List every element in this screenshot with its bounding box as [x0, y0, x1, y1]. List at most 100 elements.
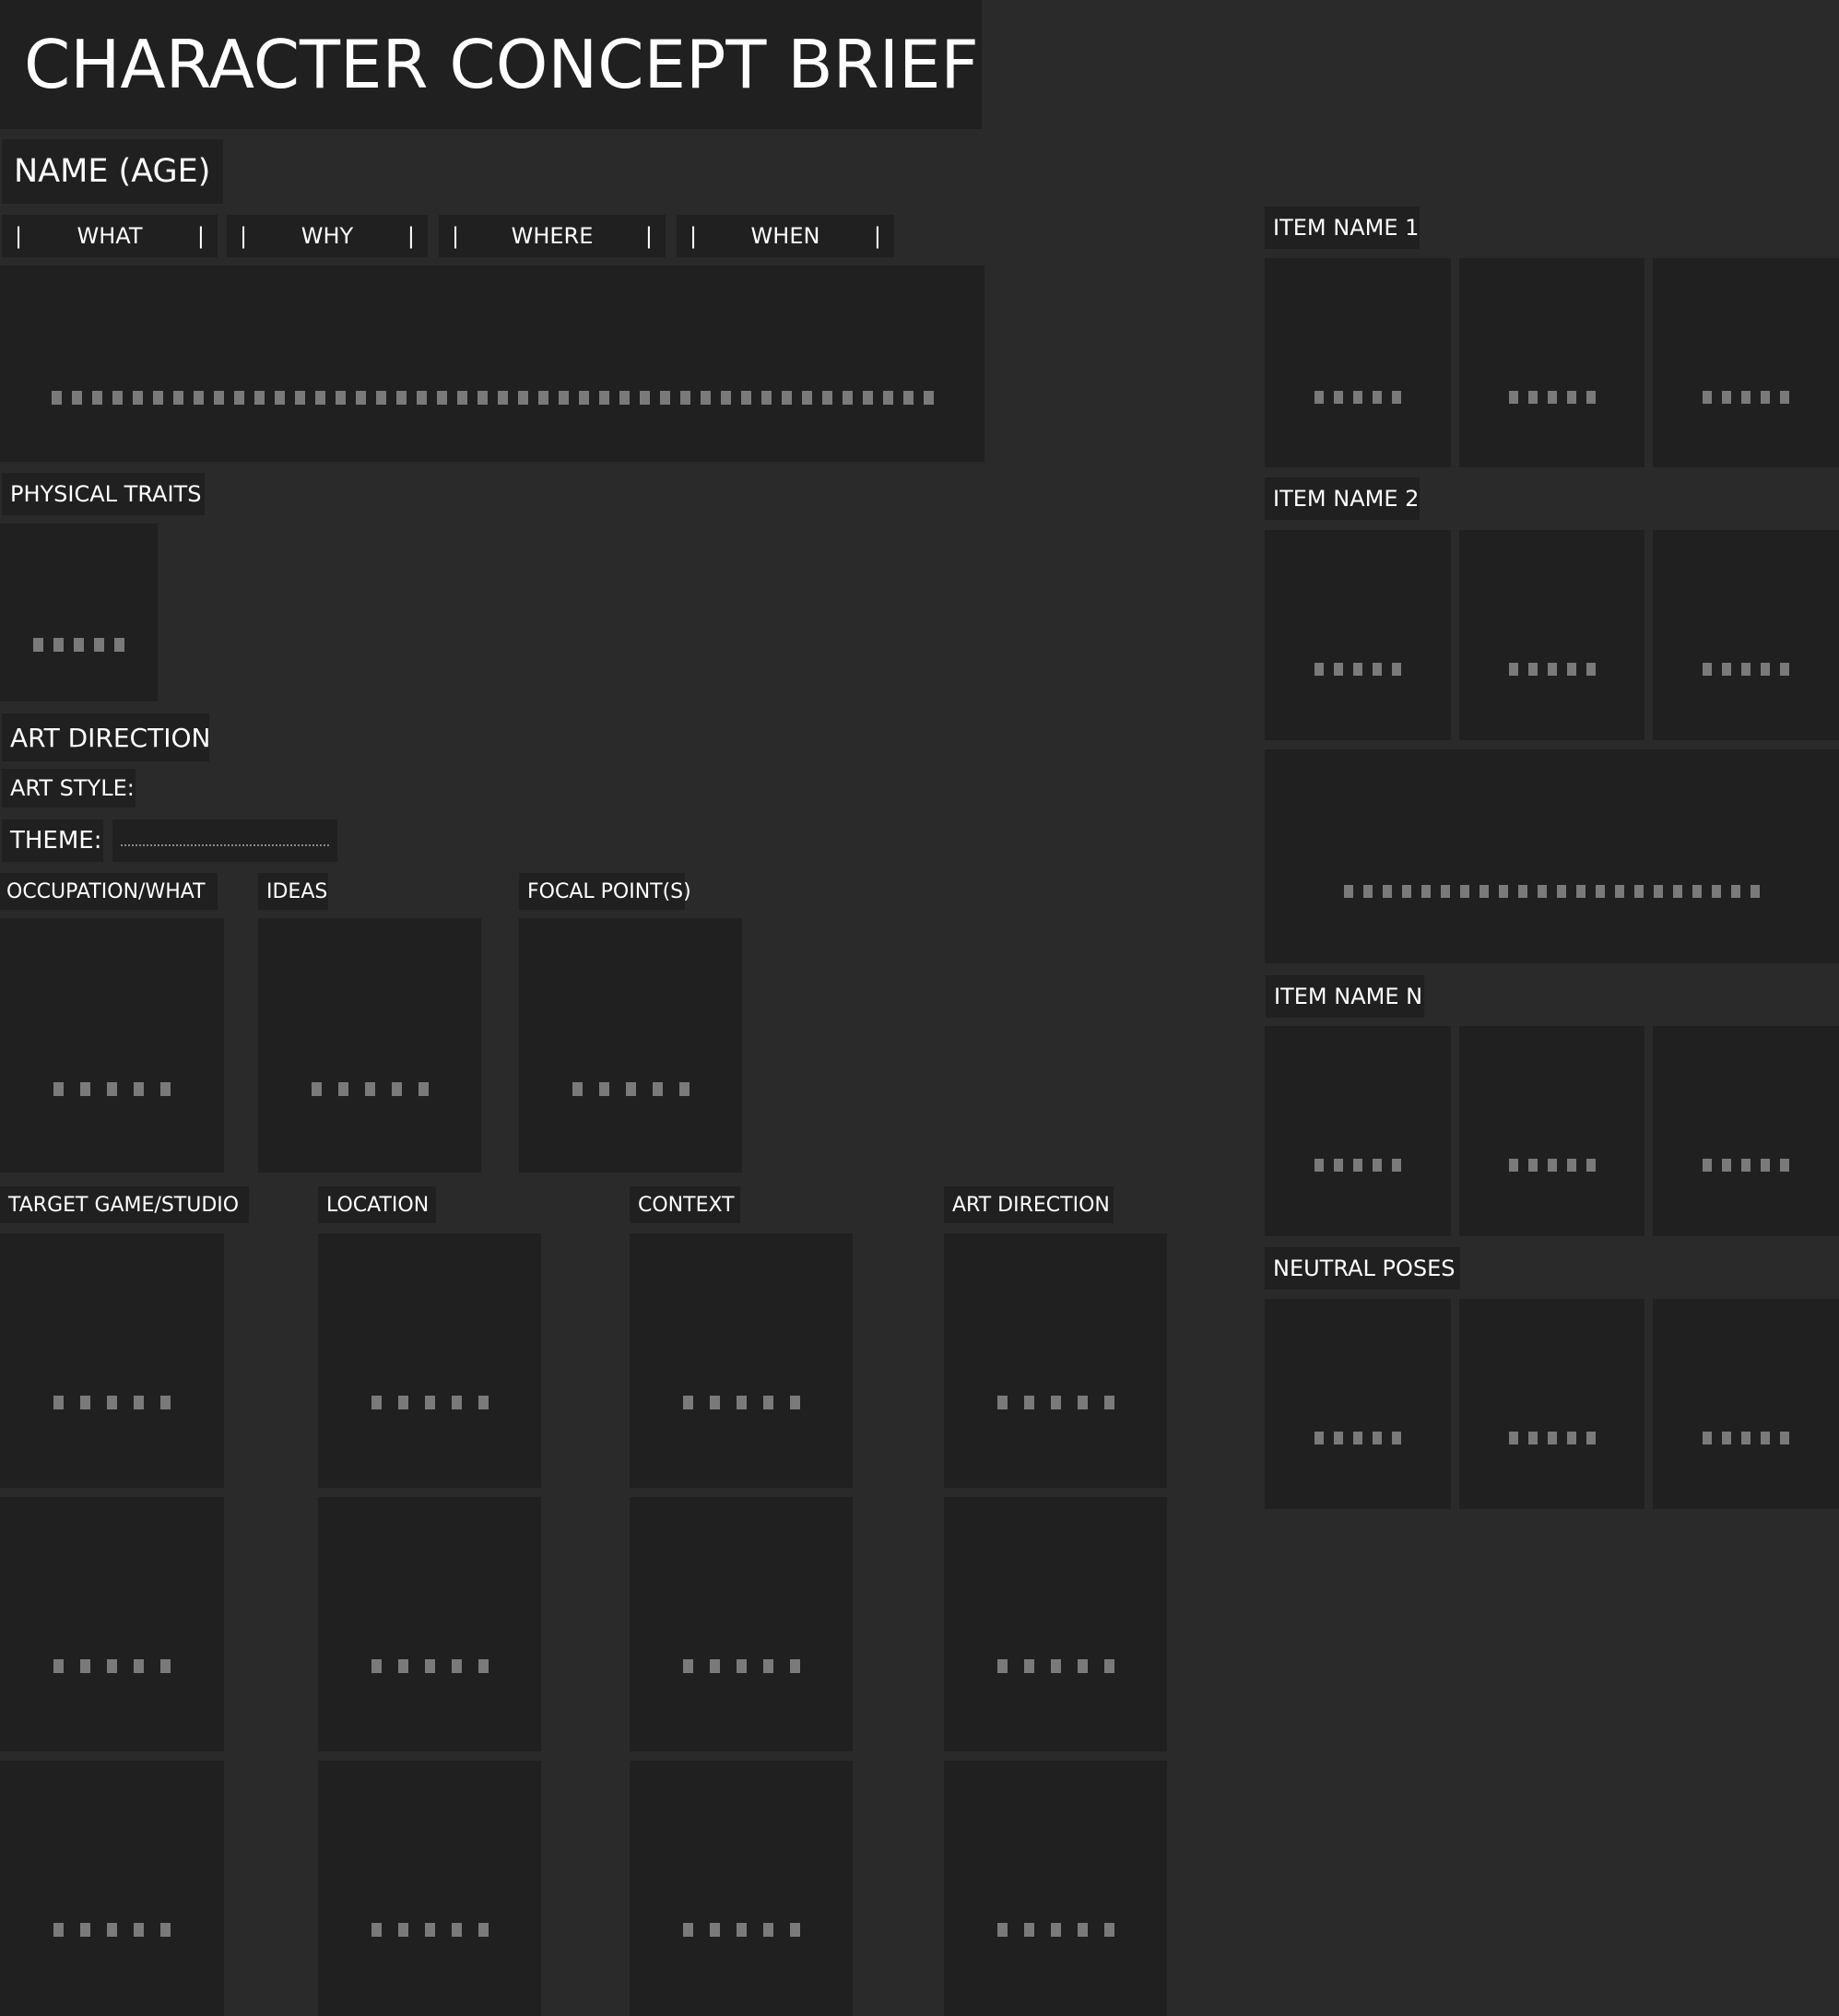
placeholder-dot	[1050, 1396, 1061, 1409]
placeholder-dot	[1761, 1432, 1770, 1444]
pipe: |	[240, 223, 248, 249]
question-what[interactable]: | WHAT |	[2, 215, 218, 257]
context-panel-2[interactable]	[630, 1497, 853, 1751]
placeholder-dot	[1392, 391, 1401, 404]
item2-panel-3[interactable]	[1653, 530, 1839, 740]
placeholder-dot	[517, 391, 528, 405]
target-panel-1[interactable]	[0, 1233, 224, 1488]
placeholder-dot	[451, 1396, 462, 1409]
placeholder-dot	[842, 391, 853, 405]
question-where[interactable]: | WHERE |	[439, 215, 666, 257]
art-direction-panel-2[interactable]	[944, 1497, 1167, 1751]
placeholder-dot	[1566, 391, 1576, 404]
placeholder-dots	[318, 1396, 541, 1409]
placeholder-dot	[1508, 1432, 1518, 1444]
art-direction-panel-3[interactable]	[944, 1761, 1167, 2016]
itemN-panel-3[interactable]	[1653, 1026, 1839, 1236]
placeholder-dot	[1722, 1159, 1731, 1172]
question-when[interactable]: | WHEN |	[677, 215, 894, 257]
placeholder-dot	[397, 1659, 408, 1673]
focal-points-label: FOCAL POINT(S)	[519, 873, 691, 910]
placeholder-dot	[1402, 885, 1411, 898]
focal-points-panel[interactable]	[519, 918, 742, 1173]
placeholder-dot	[213, 391, 224, 405]
location-panel-2[interactable]	[318, 1497, 541, 1751]
placeholder-dot	[80, 1923, 90, 1937]
placeholder-dot	[1654, 885, 1663, 898]
itemN-panel-2[interactable]	[1459, 1026, 1644, 1236]
item-wide-panel[interactable]	[1265, 749, 1839, 963]
occupation-panel[interactable]	[0, 918, 224, 1173]
context-panel-1[interactable]	[630, 1233, 853, 1488]
placeholder-dot	[760, 391, 772, 405]
placeholder-dot	[134, 1396, 144, 1409]
placeholder-dot	[53, 638, 64, 652]
placeholder-dot	[1712, 885, 1721, 898]
question-why[interactable]: | WHY |	[227, 215, 428, 257]
placeholder-dot	[53, 1082, 64, 1096]
ideas-panel[interactable]	[258, 918, 481, 1173]
placeholder-dot	[94, 638, 104, 652]
neutral-panel-1[interactable]	[1265, 1299, 1451, 1509]
theme-label: THEME:	[2, 819, 103, 862]
neutral-panel-3[interactable]	[1653, 1299, 1839, 1509]
placeholder-dots	[0, 1396, 224, 1409]
placeholder-dot	[152, 391, 163, 405]
target-panel-3[interactable]	[0, 1761, 224, 2016]
item1-panel-2[interactable]	[1459, 258, 1644, 467]
item2-panel-1[interactable]	[1265, 530, 1451, 740]
pipe: |	[196, 223, 205, 249]
placeholder-dot	[375, 391, 386, 405]
placeholder-dot	[1703, 1432, 1712, 1444]
placeholder-dots	[944, 1923, 1167, 1937]
placeholder-dot	[397, 1396, 408, 1409]
placeholder-dots	[1265, 1159, 1451, 1172]
item1-panel-3[interactable]	[1653, 258, 1839, 467]
placeholder-dot	[862, 391, 873, 405]
placeholder-dots	[0, 391, 984, 405]
item1-panel-1[interactable]	[1265, 258, 1451, 467]
context-panel-3[interactable]	[630, 1761, 853, 2016]
placeholder-dot	[598, 1082, 609, 1096]
placeholder-dot	[1353, 663, 1362, 676]
target-panel-2[interactable]	[0, 1497, 224, 1751]
placeholder-dots	[944, 1396, 1167, 1409]
placeholder-dot	[659, 391, 670, 405]
neutral-panel-2[interactable]	[1459, 1299, 1644, 1509]
placeholder-dots	[0, 1659, 224, 1673]
placeholder-dot	[619, 391, 630, 405]
placeholder-dot	[1392, 663, 1401, 676]
physical-traits-panel[interactable]	[0, 524, 158, 701]
placeholder-dots	[318, 1659, 541, 1673]
placeholder-dot	[391, 1082, 402, 1096]
placeholder-dot	[114, 638, 124, 652]
placeholder-dot	[1586, 391, 1596, 404]
placeholder-dots	[1459, 391, 1644, 404]
placeholder-dot	[134, 1923, 144, 1937]
item2-panel-2[interactable]	[1459, 530, 1644, 740]
placeholder-dot	[1508, 1159, 1518, 1172]
placeholder-dot	[1353, 391, 1362, 404]
placeholder-dot	[1527, 1432, 1538, 1444]
target-studio-text: TARGET GAME/STUDIO	[8, 1193, 240, 1217]
art-style-label: ART STYLE:	[2, 769, 136, 808]
theme-input[interactable]	[112, 819, 337, 862]
placeholder-dot	[1023, 1923, 1034, 1937]
placeholder-dot	[311, 1082, 322, 1096]
placeholder-dot	[1741, 1159, 1751, 1172]
placeholder-dot	[1441, 885, 1450, 898]
location-panel-3[interactable]	[318, 1761, 541, 2016]
placeholder-dot	[416, 391, 427, 405]
placeholder-dot	[314, 391, 325, 405]
placeholder-dot	[107, 1082, 117, 1096]
placeholder-dot	[1023, 1659, 1034, 1673]
art-direction-panel-1[interactable]	[944, 1233, 1167, 1488]
placeholder-dot	[1547, 1432, 1557, 1444]
itemN-panel-1[interactable]	[1265, 1026, 1451, 1236]
item-name-1-label: ITEM NAME 1	[1265, 206, 1420, 249]
placeholder-dot	[1761, 391, 1770, 404]
location-panel-1[interactable]	[318, 1233, 541, 1488]
description-panel[interactable]	[0, 265, 984, 462]
neutral-poses-label: NEUTRAL POSES	[1265, 1247, 1460, 1290]
placeholder-dot	[1761, 663, 1770, 676]
